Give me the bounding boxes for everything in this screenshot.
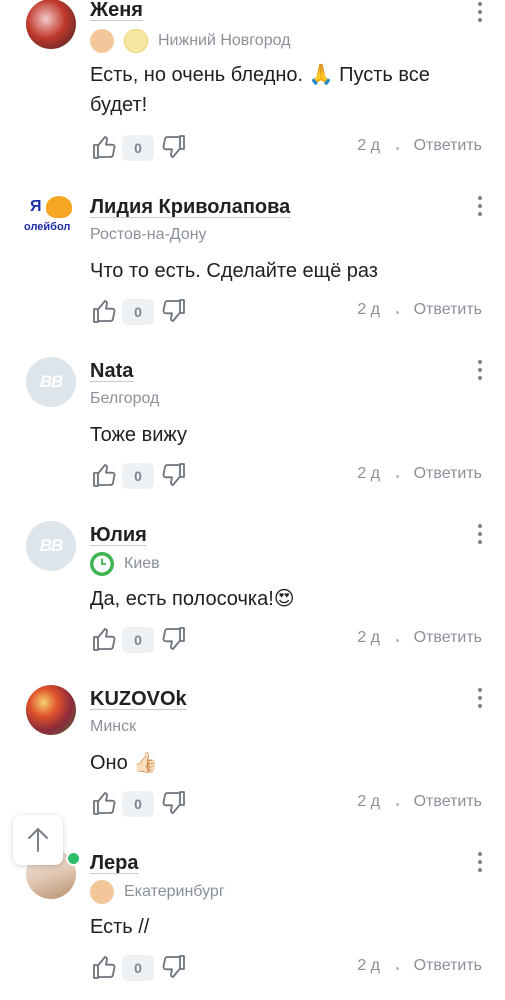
- kebab-menu-icon[interactable]: [470, 686, 490, 710]
- kebab-menu-icon[interactable]: [470, 0, 490, 24]
- online-status-indicator: [66, 851, 81, 866]
- comment-age: 2 д: [357, 465, 380, 482]
- kebab-menu-icon[interactable]: [470, 522, 490, 546]
- reply-link[interactable]: Ответить: [414, 465, 482, 483]
- comment-actions: 0 2 д Ответить: [90, 953, 485, 983]
- author-meta: Нижний Новгород: [90, 29, 290, 53]
- thumb-up-icon[interactable]: [90, 625, 118, 653]
- thumb-down-icon[interactable]: [160, 789, 188, 817]
- location: Ростов-на-Дону: [90, 226, 207, 243]
- comment-actions: 0 2 д Ответить: [90, 625, 485, 655]
- avatar[interactable]: [26, 0, 76, 49]
- comment-actions: 0 2 д Ответить: [90, 133, 485, 163]
- like-count: 0: [122, 299, 154, 325]
- like-count: 0: [122, 463, 154, 489]
- like-count: 0: [122, 791, 154, 817]
- comment-age: 2 д: [357, 957, 380, 974]
- thumb-up-icon[interactable]: [90, 789, 118, 817]
- kebab-menu-icon[interactable]: [470, 194, 490, 218]
- avatar[interactable]: BB: [26, 521, 76, 571]
- author-name[interactable]: Женя: [90, 0, 143, 22]
- comment-text: Что то есть. Сделайте ещё раз: [90, 260, 378, 282]
- clock-icon: [90, 552, 114, 576]
- location: Киев: [124, 555, 160, 572]
- thumb-up-icon[interactable]: [90, 133, 118, 161]
- like-count: 0: [122, 627, 154, 653]
- author-meta: Екатеринбург: [90, 880, 225, 904]
- like-count: 0: [122, 135, 154, 161]
- comment-age: 2 д: [357, 137, 380, 154]
- thumb-up-icon[interactable]: [90, 461, 118, 489]
- location: Екатеринбург: [124, 883, 225, 900]
- author-name[interactable]: Nata: [90, 360, 133, 383]
- avatar[interactable]: Я олейбол: [24, 194, 76, 244]
- comment-age: 2 д: [357, 629, 380, 646]
- thumb-down-icon[interactable]: [160, 133, 188, 161]
- separator-dot: [396, 967, 399, 970]
- comment: Я олейбол Лидия Криволапова Ростов-на-До…: [0, 164, 505, 328]
- comment-actions: 0 2 д Ответить: [90, 461, 485, 491]
- scroll-to-top-button[interactable]: [13, 815, 63, 865]
- author-name[interactable]: Лера: [90, 852, 139, 875]
- reply-link[interactable]: Ответить: [414, 137, 482, 155]
- kebab-menu-icon[interactable]: [470, 358, 490, 382]
- comment: KUZOVOk Минск Оно 👍🏻 0 2 д Ответить: [0, 656, 505, 820]
- heart-logo-icon: [46, 196, 72, 218]
- location: Белгород: [90, 390, 160, 407]
- like-count: 0: [122, 955, 154, 981]
- author-name[interactable]: KUZOVOk: [90, 688, 187, 711]
- comment-text: Есть, но очень бледно. 🙏 Пусть все будет…: [90, 64, 430, 116]
- avatar-placeholder: BB: [39, 372, 64, 391]
- author-meta: Ростов-на-Дону: [90, 226, 207, 244]
- avatar-logo-subtext: олейбол: [24, 221, 71, 233]
- author-meta: Киев: [90, 552, 160, 576]
- reply-link[interactable]: Ответить: [414, 957, 482, 975]
- thumb-up-icon[interactable]: [90, 953, 118, 981]
- kebab-menu-icon[interactable]: [470, 850, 490, 874]
- separator-dot: [396, 147, 399, 150]
- comment-text: Есть //: [90, 916, 150, 938]
- avatar-badge-icon: [90, 880, 114, 904]
- reply-link[interactable]: Ответить: [414, 629, 482, 647]
- avatar-logo-text: Я: [30, 198, 42, 215]
- comment-age: 2 д: [357, 793, 380, 810]
- location: Минск: [90, 718, 137, 735]
- avatar[interactable]: BB: [26, 357, 76, 407]
- comment: BB Юлия Киев Да, есть полосочка!😍 0 2 д …: [0, 492, 505, 656]
- comment: Лера Екатеринбург Есть // 0 2 д Ответить: [0, 820, 505, 984]
- separator-dot: [396, 311, 399, 314]
- thumb-down-icon[interactable]: [160, 953, 188, 981]
- comment-text: Оно 👍🏻: [90, 752, 159, 774]
- reply-link[interactable]: Ответить: [414, 301, 482, 319]
- comment: Женя Нижний Новгород Есть, но очень блед…: [0, 0, 505, 164]
- separator-dot: [396, 639, 399, 642]
- location: Нижний Новгород: [158, 32, 291, 49]
- avatar-placeholder: BB: [39, 536, 64, 555]
- author-meta: Минск: [90, 718, 136, 736]
- comment-text: Тоже вижу: [90, 424, 188, 446]
- thumb-up-icon[interactable]: [90, 297, 118, 325]
- separator-dot: [396, 475, 399, 478]
- avatar-badge-icon: [90, 29, 114, 53]
- author-meta: Белгород: [90, 390, 159, 408]
- comment-actions: 0 2 д Ответить: [90, 789, 485, 819]
- thumb-down-icon[interactable]: [160, 625, 188, 653]
- thumb-down-icon[interactable]: [160, 297, 188, 325]
- reply-link[interactable]: Ответить: [414, 793, 482, 811]
- comment: BB Nata Белгород Тоже вижу 0 2 д Ответит…: [0, 328, 505, 492]
- comment-text: Да, есть полосочка!😍: [90, 588, 295, 610]
- avatar[interactable]: [26, 685, 76, 735]
- comment-age: 2 д: [357, 301, 380, 318]
- separator-dot: [396, 803, 399, 806]
- arrow-up-icon: [28, 828, 48, 852]
- comment-actions: 0 2 д Ответить: [90, 297, 485, 327]
- author-name[interactable]: Юлия: [90, 524, 147, 547]
- thumb-down-icon[interactable]: [160, 461, 188, 489]
- author-name[interactable]: Лидия Криволапова: [90, 196, 290, 219]
- moon-badge-icon: [124, 29, 148, 53]
